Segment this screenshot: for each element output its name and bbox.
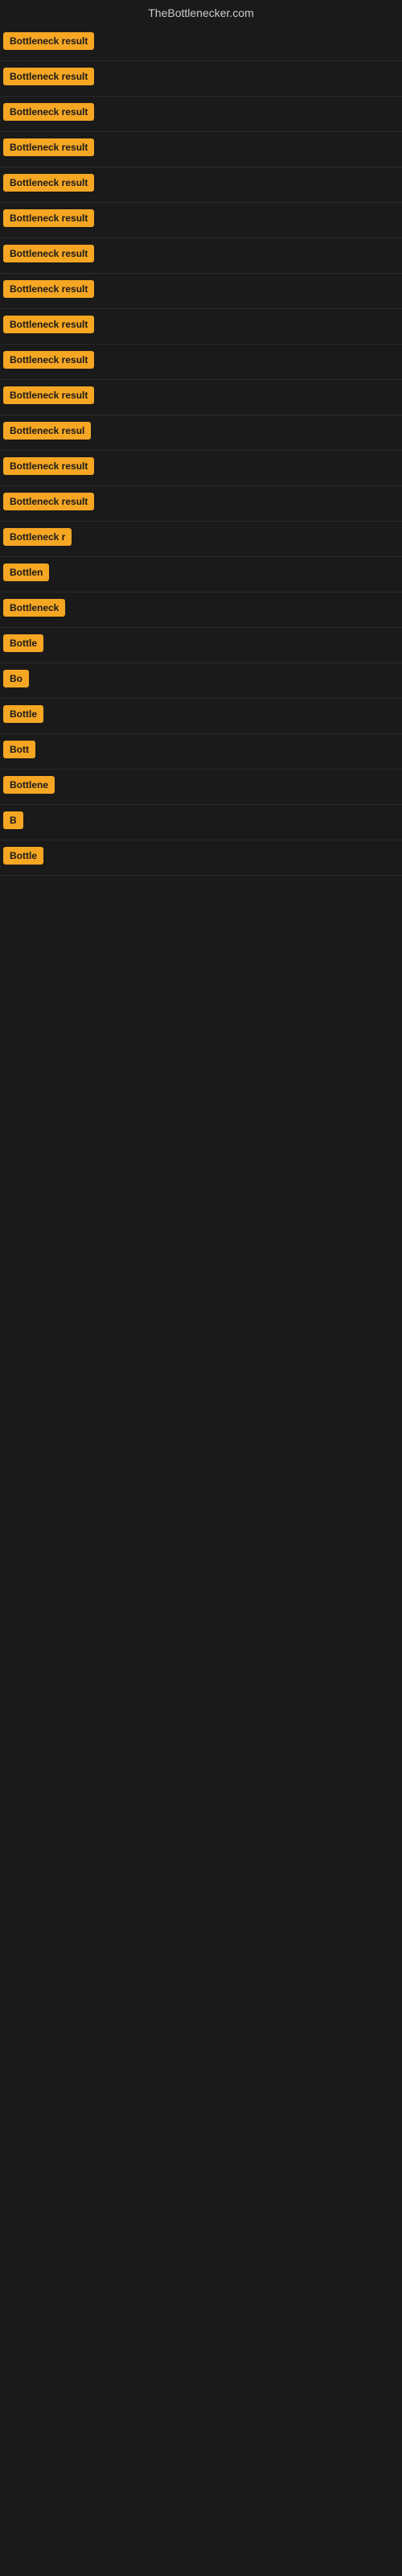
- bottleneck-badge[interactable]: B: [3, 811, 23, 829]
- result-row: Bottleneck result: [0, 167, 402, 203]
- bottleneck-badge[interactable]: Bottleneck result: [3, 386, 94, 404]
- bottleneck-badge[interactable]: Bottle: [3, 705, 43, 723]
- bottleneck-badge[interactable]: Bottleneck result: [3, 245, 94, 262]
- bottleneck-badge[interactable]: Bottleneck result: [3, 457, 94, 475]
- result-row: Bottleneck result: [0, 26, 402, 61]
- result-row: Bottlen: [0, 557, 402, 592]
- result-row: Bottle: [0, 699, 402, 734]
- result-row: Bottleneck result: [0, 61, 402, 97]
- bottleneck-badge[interactable]: Bottleneck result: [3, 32, 94, 50]
- result-row: Bottle: [0, 628, 402, 663]
- result-row: Bottleneck r: [0, 522, 402, 557]
- result-row: Bottleneck: [0, 592, 402, 628]
- bottleneck-badge[interactable]: Bottleneck r: [3, 528, 72, 546]
- result-row: Bottleneck result: [0, 203, 402, 238]
- bottleneck-badge[interactable]: Bottleneck result: [3, 138, 94, 156]
- result-row: Bottleneck result: [0, 345, 402, 380]
- result-row: B: [0, 805, 402, 840]
- result-row: Bottlene: [0, 770, 402, 805]
- result-row: Bottleneck result: [0, 309, 402, 345]
- result-row: Bott: [0, 734, 402, 770]
- result-row: Bo: [0, 663, 402, 699]
- bottleneck-badge[interactable]: Bottleneck result: [3, 68, 94, 85]
- bottleneck-badge[interactable]: Bottlene: [3, 776, 55, 794]
- bottleneck-badge[interactable]: Bott: [3, 741, 35, 758]
- result-row: Bottleneck resul: [0, 415, 402, 451]
- bottleneck-badge[interactable]: Bottlen: [3, 564, 49, 581]
- result-row: Bottle: [0, 840, 402, 876]
- bottleneck-badge[interactable]: Bottleneck result: [3, 209, 94, 227]
- bottleneck-badge[interactable]: Bottleneck result: [3, 280, 94, 298]
- result-row: Bottleneck result: [0, 380, 402, 415]
- result-row: Bottleneck result: [0, 97, 402, 132]
- result-row: Bottleneck result: [0, 132, 402, 167]
- bottleneck-badge[interactable]: Bottleneck result: [3, 351, 94, 369]
- bottleneck-badge[interactable]: Bottleneck resul: [3, 422, 91, 440]
- bottleneck-badge[interactable]: Bo: [3, 670, 29, 687]
- bottleneck-badge[interactable]: Bottleneck result: [3, 174, 94, 192]
- bottleneck-badge[interactable]: Bottleneck result: [3, 316, 94, 333]
- site-title-bar: TheBottlenecker.com: [0, 0, 402, 26]
- site-title: TheBottlenecker.com: [0, 0, 402, 26]
- bottleneck-badge[interactable]: Bottleneck: [3, 599, 65, 617]
- result-row: Bottleneck result: [0, 238, 402, 274]
- result-row: Bottleneck result: [0, 486, 402, 522]
- bottleneck-badge[interactable]: Bottle: [3, 634, 43, 652]
- result-row: Bottleneck result: [0, 274, 402, 309]
- results-list: Bottleneck result Bottleneck result Bottle…: [0, 26, 402, 876]
- bottleneck-badge[interactable]: Bottleneck result: [3, 493, 94, 510]
- bottleneck-badge[interactable]: Bottleneck result: [3, 103, 94, 121]
- result-row: Bottleneck result: [0, 451, 402, 486]
- bottleneck-badge[interactable]: Bottle: [3, 847, 43, 865]
